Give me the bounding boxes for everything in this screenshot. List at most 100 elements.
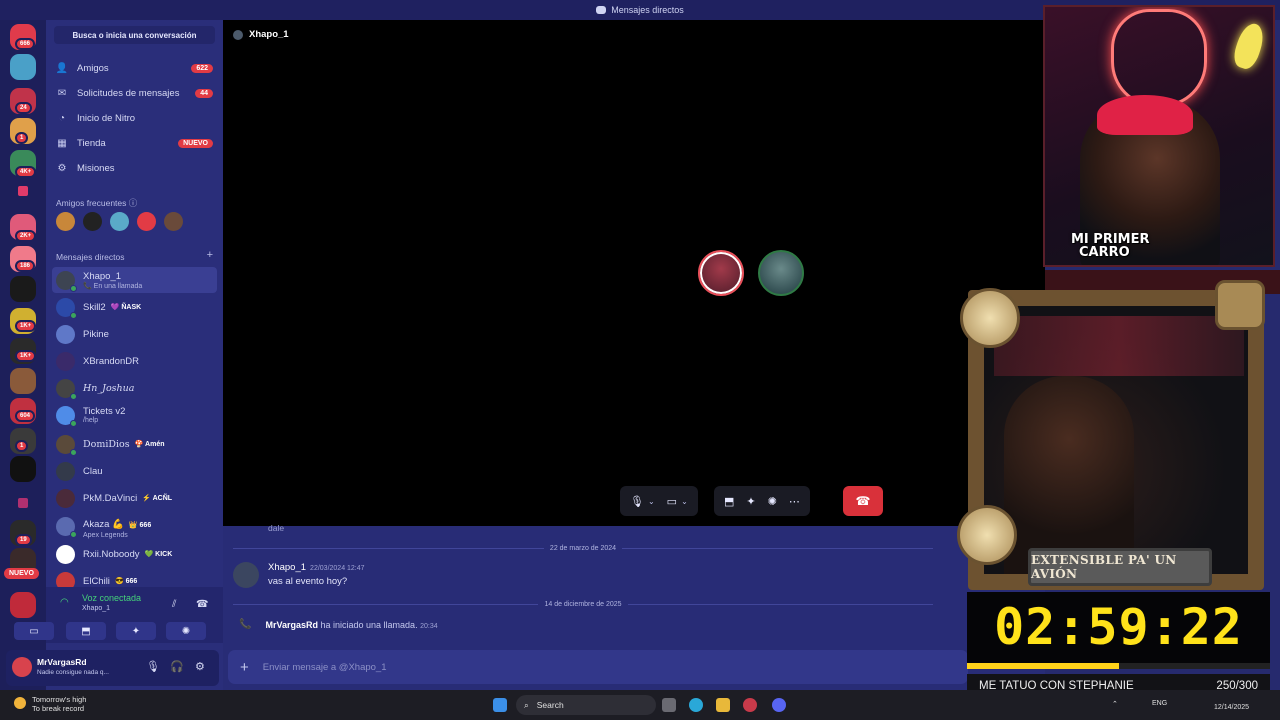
chevron-up-icon[interactable]: ⌃: [1112, 700, 1118, 708]
dm-item[interactable]: Skill2 💜 ÑASK: [52, 294, 217, 320]
call-participant-avatar[interactable]: [698, 250, 744, 296]
nav-shop[interactable]: ▦ Tienda NUEVO: [52, 132, 217, 154]
new-badge[interactable]: NUEVO: [4, 568, 39, 579]
avatar[interactable]: [137, 212, 156, 231]
server-icon[interactable]: [10, 456, 36, 482]
dm-name: Clau: [83, 465, 103, 477]
task-view-icon[interactable]: [662, 698, 676, 712]
mention-badge: 24: [15, 102, 32, 114]
new-dm-plus-icon[interactable]: +: [207, 249, 213, 261]
hang-up-button[interactable]: ☎: [843, 486, 883, 516]
language-indicator[interactable]: ENG: [1152, 700, 1167, 707]
microphone-icon[interactable]: 🎙: [630, 495, 644, 508]
system-user[interactable]: MrVargasRd: [265, 620, 318, 630]
gear-icon[interactable]: ⚙: [195, 660, 205, 673]
call-participant-avatar[interactable]: [758, 250, 804, 296]
goal-progress-fill: [967, 663, 1119, 669]
file-explorer-icon[interactable]: [716, 698, 730, 712]
dm-item[interactable]: Hn_Joshua: [52, 375, 217, 401]
dm-tag: 💚 KICK: [144, 551, 173, 558]
avatar[interactable]: [110, 212, 129, 231]
chevron-down-icon[interactable]: ⌄: [681, 497, 688, 506]
dm-name: Pikine: [83, 328, 109, 340]
camera-off-button[interactable]: ▭: [14, 622, 54, 640]
camera-off-icon[interactable]: ▭: [667, 495, 677, 508]
more-icon[interactable]: ⋯: [789, 495, 800, 508]
avatar[interactable]: [233, 562, 259, 588]
dm-item[interactable]: Clau: [52, 458, 217, 484]
nav-message-requests[interactable]: ✉ Solicitudes de mensajes 44: [52, 82, 217, 104]
call-actions: ⬒ ✦ ✺ ⋯: [714, 486, 810, 516]
clock-date[interactable]: 12/14/2025: [1214, 704, 1249, 711]
folder-icon[interactable]: [18, 186, 28, 196]
message-author[interactable]: Xhapo_1 22/03/2024 12:47: [268, 562, 365, 573]
activities-icon[interactable]: ✦: [746, 495, 755, 508]
system-time: 20:34: [420, 622, 438, 630]
voice-status[interactable]: Voz conectada: [82, 593, 141, 603]
nav-quests[interactable]: ⚙ Misiones: [52, 157, 217, 179]
globe-icon: [957, 505, 1017, 565]
shop-icon: ▦: [57, 137, 67, 149]
date-label: 22 de marzo de 2024: [549, 544, 617, 552]
avatar[interactable]: [83, 212, 102, 231]
status-dot: [70, 530, 77, 538]
dm-name: Xhapo_1: [83, 270, 122, 282]
dm-item[interactable]: Xhapo_1 📞 En una llamada: [52, 267, 217, 293]
server-icon[interactable]: [10, 54, 36, 80]
nav-friends[interactable]: 👤 Amigos 622: [52, 57, 217, 79]
disconnect-icon[interactable]: ☎: [196, 599, 208, 610]
app-icon[interactable]: [743, 698, 757, 712]
user-status: Nadie consigue nada q...: [37, 669, 109, 676]
folder-icon[interactable]: [18, 498, 28, 508]
dm-item[interactable]: Akaza 💪 👑 666 Apex Legends: [52, 513, 217, 539]
avatar: [56, 270, 77, 292]
dm-name: XBrandonDR: [83, 355, 139, 367]
soundboard-icon[interactable]: ✺: [768, 495, 777, 508]
microphone-icon[interactable]: 🎙: [146, 660, 160, 673]
server-icon[interactable]: [10, 276, 36, 302]
server-icon[interactable]: [10, 592, 36, 618]
mention-badge: 2K+: [15, 230, 37, 242]
windows-taskbar: Tomorrow's high To break record ⌕ Search ⌃…: [0, 690, 1280, 720]
dm-item[interactable]: Pikine: [52, 321, 217, 347]
message-composer[interactable]: + Enviar mensaje a @Xhapo_1: [228, 650, 968, 684]
new-badge: NUEVO: [178, 138, 213, 148]
composer-placeholder: Enviar mensaje a @Xhapo_1: [262, 661, 387, 673]
dm-item[interactable]: Tickets v2/help: [52, 402, 217, 428]
voice-channel[interactable]: Xhapo_1: [82, 605, 110, 612]
dm-name: Akaza 💪: [83, 518, 124, 530]
avatar[interactable]: [12, 657, 32, 677]
dm-tag: 🍄 Amén: [134, 441, 165, 448]
avatar[interactable]: [164, 212, 183, 231]
soundboard-button[interactable]: ✺: [166, 622, 206, 640]
server-icon[interactable]: [10, 368, 36, 394]
activities-button[interactable]: ✦: [116, 622, 156, 640]
start-windows-icon[interactable]: [493, 698, 507, 712]
call-header: Xhapo_1: [233, 29, 289, 40]
chevron-down-icon[interactable]: ⌄: [648, 497, 655, 506]
edge-icon[interactable]: [689, 698, 703, 712]
discord-taskbar-icon[interactable]: [772, 698, 786, 712]
dm-item[interactable]: PkM.DaVinci ⚡ ACÑL: [52, 485, 217, 511]
avatar[interactable]: [56, 212, 75, 231]
nav-nitro[interactable]: ◔ Inicio de Nitro: [52, 107, 217, 129]
dm-item[interactable]: DomiDios 🍄 Amén: [52, 431, 217, 457]
user-panel: MrVargasRd Nadie consigue nada q... 🎙 🎧 …: [6, 650, 219, 686]
dm-tag: 💜 ÑASK: [110, 304, 142, 311]
taskbar-search[interactable]: ⌕ Search: [516, 695, 656, 715]
mail-icon: ✉: [57, 87, 67, 99]
headphones-icon[interactable]: 🎧: [170, 660, 184, 673]
compass-icon: [960, 288, 1020, 348]
screen-share-icon[interactable]: ⬒: [724, 495, 734, 508]
mention-badge: 1K+: [15, 350, 37, 362]
weather-widget[interactable]: Tomorrow's high To break record: [14, 695, 86, 713]
dm-item[interactable]: Rxii.Noboody 💚 KICK: [52, 541, 217, 567]
message-text: dale: [268, 523, 285, 533]
screen-share-button[interactable]: ⬒: [66, 622, 106, 640]
attach-plus-icon[interactable]: +: [240, 659, 249, 676]
nav-label: Solicitudes de mensajes: [77, 87, 180, 99]
search-button[interactable]: Busca o inicia una conversación: [54, 26, 215, 44]
noise-suppression-icon[interactable]: ⫽: [172, 599, 176, 610]
dm-tag: ⚡ ACÑL: [142, 495, 173, 502]
dm-item[interactable]: XBrandonDR: [52, 348, 217, 374]
